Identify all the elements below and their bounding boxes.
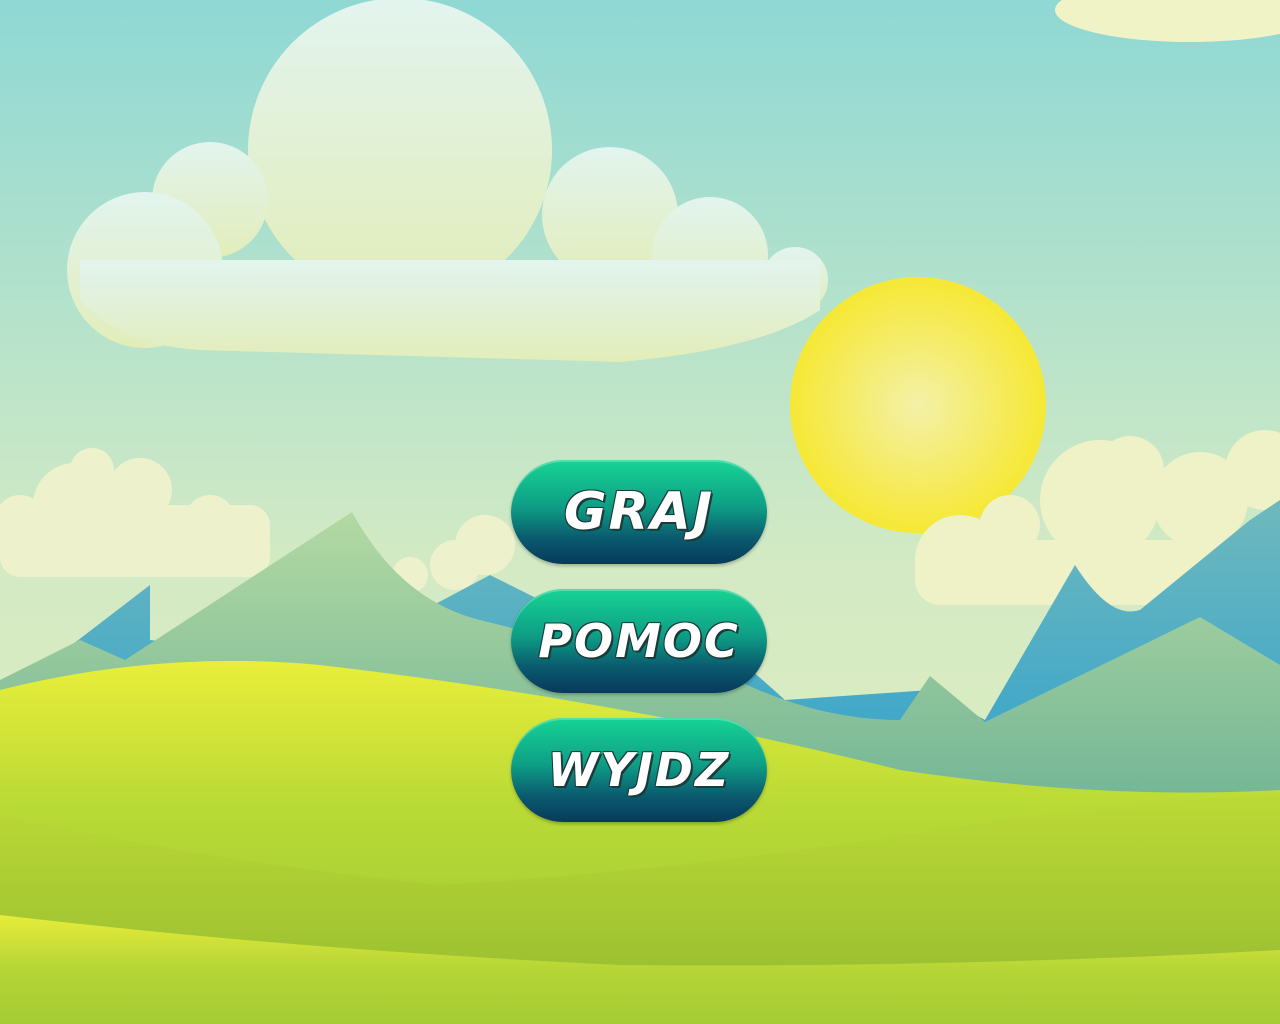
help-button[interactable]: POMOC [511, 589, 767, 693]
help-button-label: POMOC [538, 614, 740, 668]
exit-button-label: WYJDZ [547, 743, 731, 797]
play-button-label: GRAJ [563, 482, 715, 542]
exit-button[interactable]: WYJDZ [511, 718, 767, 822]
play-button[interactable]: GRAJ [511, 460, 767, 564]
sun [790, 277, 1046, 533]
